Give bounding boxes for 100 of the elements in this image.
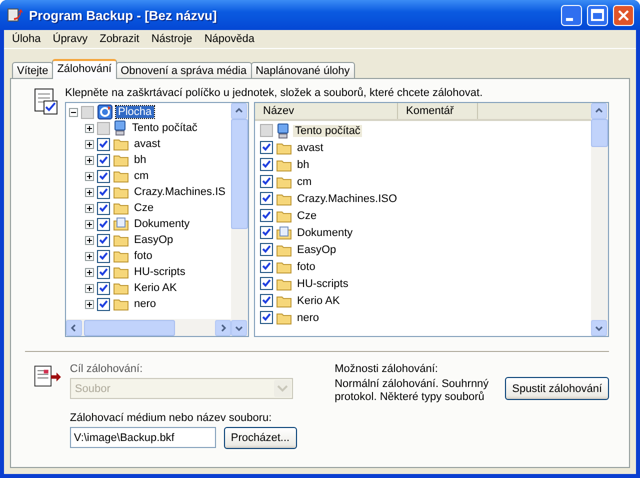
chevron-icon [595, 107, 603, 115]
checkbox[interactable] [97, 170, 110, 182]
column-header[interactable]: Komentář [398, 103, 478, 119]
folder-icon [276, 260, 292, 274]
checkbox[interactable] [260, 158, 273, 171]
checkbox[interactable] [260, 243, 273, 256]
tab[interactable]: Naplánované úlohy [250, 62, 355, 79]
tree-item[interactable]: cm [132, 170, 151, 182]
folder-icon [276, 174, 292, 188]
scroll-left-button[interactable] [66, 320, 82, 336]
folder-icon [113, 185, 129, 199]
checkbox[interactable] [260, 124, 273, 137]
file-name[interactable]: foto [295, 260, 318, 272]
expand-icon[interactable] [85, 220, 94, 228]
file-name[interactable]: HU-scripts [295, 278, 350, 290]
checkbox[interactable] [81, 106, 94, 118]
file-name[interactable]: Tento počítač [293, 124, 362, 136]
tree-item[interactable]: nero [132, 298, 158, 310]
tab[interactable]: Obnovení a správa média [116, 62, 252, 79]
file-name[interactable]: bh [295, 158, 312, 170]
tree-item[interactable]: avast [132, 138, 162, 150]
checkbox[interactable] [97, 250, 110, 262]
menu-item[interactable]: Úloha [6, 33, 47, 45]
close-button[interactable] [613, 4, 634, 26]
file-name[interactable]: nero [295, 312, 322, 324]
scroll-up-button[interactable] [591, 103, 607, 119]
vertical-scrollbar[interactable] [231, 103, 248, 336]
tree-item[interactable]: EasyOp [132, 234, 176, 246]
browse-button[interactable]: Procházet... [224, 427, 297, 449]
checkbox[interactable] [97, 234, 110, 246]
expand-icon[interactable] [85, 268, 94, 276]
menu-item[interactable]: Nápověda [198, 33, 260, 45]
checkbox[interactable] [260, 311, 273, 324]
tree-item[interactable]: Tento počítač [130, 122, 200, 134]
checkbox[interactable] [97, 186, 110, 198]
checkbox[interactable] [97, 218, 110, 230]
expand-icon[interactable] [85, 124, 94, 132]
folder-icon [276, 310, 292, 324]
checkbox[interactable] [260, 226, 273, 239]
checkbox[interactable] [260, 141, 273, 154]
menu-item[interactable]: Nástroje [145, 33, 198, 45]
file-name[interactable]: EasyOp [295, 244, 338, 256]
expand-icon[interactable] [85, 204, 94, 212]
file-name[interactable]: Cze [295, 210, 319, 222]
checkbox[interactable] [97, 202, 110, 214]
minimize-button[interactable] [561, 4, 582, 26]
scrollbar-thumb[interactable] [84, 320, 175, 336]
vertical-scrollbar[interactable] [591, 103, 608, 336]
tree-item[interactable]: Crazy.Machines.IS [132, 186, 228, 198]
maximize-button[interactable] [587, 4, 608, 26]
scrollbar-thumb[interactable] [231, 119, 248, 229]
checkbox[interactable] [260, 175, 273, 188]
horizontal-scrollbar[interactable] [66, 319, 231, 336]
computer-icon [113, 120, 127, 136]
collapse-icon[interactable] [69, 108, 78, 116]
menu-item[interactable]: Zobrazit [94, 33, 146, 45]
checkbox[interactable] [97, 298, 110, 310]
expand-icon[interactable] [85, 140, 94, 148]
file-name[interactable]: Dokumenty [295, 226, 355, 238]
column-header[interactable]: Název [255, 103, 398, 119]
tree-item[interactable]: foto [132, 250, 154, 262]
expand-icon[interactable] [85, 236, 94, 244]
tree-item[interactable]: HU-scripts [132, 266, 188, 278]
scrollbar-thumb[interactable] [591, 119, 608, 147]
expand-icon[interactable] [85, 172, 94, 180]
scroll-down-button[interactable] [591, 320, 607, 336]
checkbox[interactable] [97, 122, 110, 134]
checkbox[interactable] [260, 209, 273, 222]
file-name[interactable]: Crazy.Machines.ISO [295, 192, 400, 204]
start-backup-button[interactable]: Spustit zálohování [505, 377, 609, 400]
expand-icon[interactable] [85, 284, 94, 292]
folder-icon [276, 158, 292, 172]
tree-item[interactable]: Plocha [116, 106, 154, 118]
checkbox[interactable] [260, 192, 273, 205]
checkbox[interactable] [260, 294, 273, 307]
tree-item[interactable]: Kerio AK [132, 282, 179, 294]
scroll-down-button[interactable] [231, 320, 247, 336]
file-name[interactable]: avast [295, 142, 326, 154]
file-name[interactable]: Kerio AK [295, 294, 342, 306]
scroll-right-button[interactable] [215, 320, 231, 336]
checkbox[interactable] [97, 154, 110, 166]
checkbox[interactable] [97, 266, 110, 278]
tree-item[interactable]: Cze [132, 202, 156, 214]
expand-icon[interactable] [85, 300, 94, 308]
tree-item[interactable]: Dokumenty [132, 218, 192, 230]
checkbox[interactable] [260, 277, 273, 290]
tree-item[interactable]: bh [132, 154, 148, 166]
file-name-field[interactable]: V:\image\Backup.bkf [70, 427, 216, 448]
file-name[interactable]: cm [295, 176, 314, 188]
checkbox[interactable] [260, 260, 273, 273]
expand-icon[interactable] [85, 188, 94, 196]
tab[interactable]: Zálohování [52, 59, 117, 79]
scroll-up-button[interactable] [231, 103, 247, 119]
expand-icon[interactable] [85, 156, 94, 164]
checkbox[interactable] [97, 138, 110, 150]
tab[interactable]: Vítejte [12, 62, 54, 79]
folder-icon [113, 249, 129, 263]
checkbox[interactable] [97, 282, 110, 294]
menu-item[interactable]: Úpravy [46, 33, 94, 45]
expand-icon[interactable] [85, 252, 94, 260]
